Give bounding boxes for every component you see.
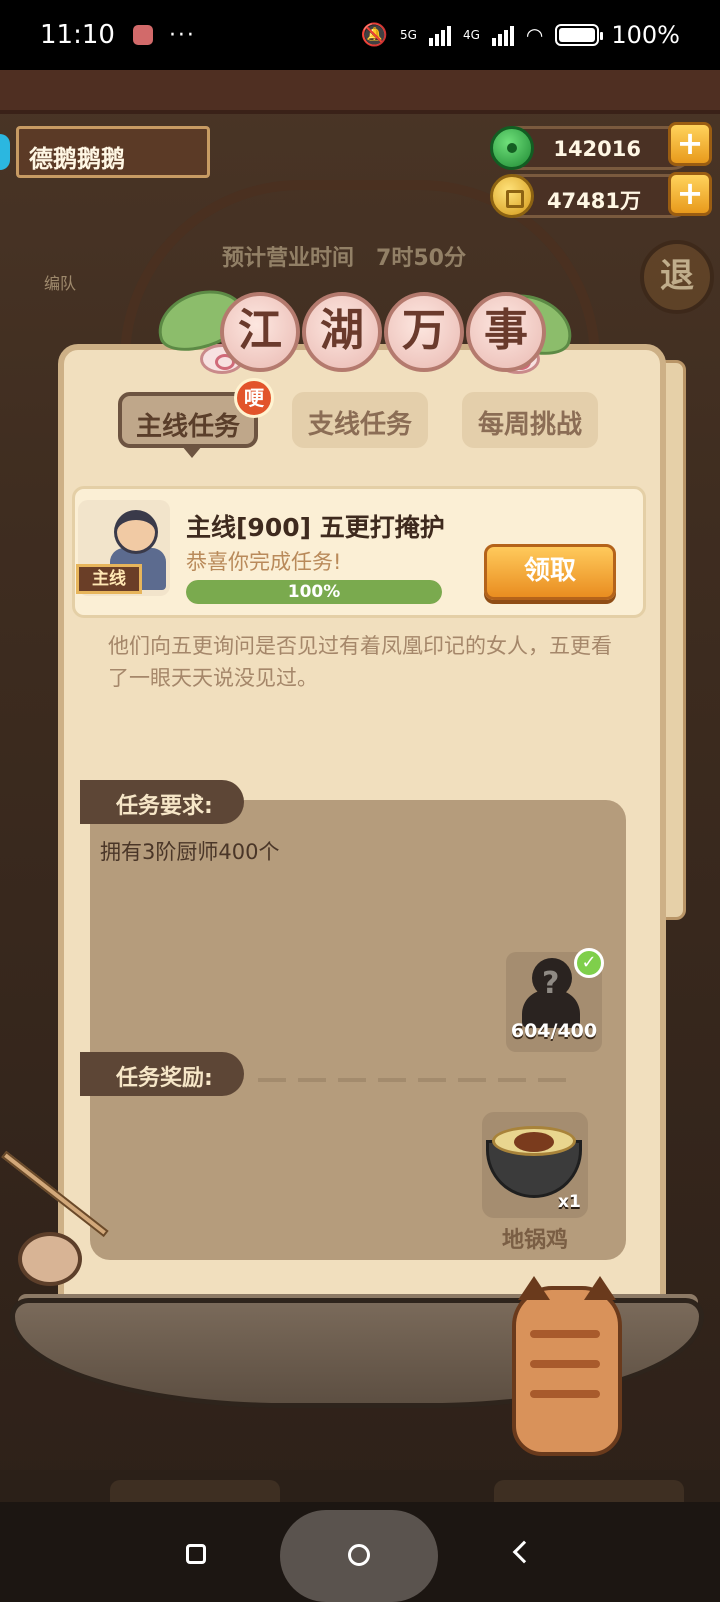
- divider-dash: [498, 1078, 526, 1082]
- quest-tabs: 主线任务 支线任务 每周挑战: [118, 392, 599, 448]
- network-5g-label: 5G: [400, 28, 417, 42]
- reward-quantity: x1: [558, 1192, 581, 1212]
- notification-badge: 哽: [234, 378, 274, 418]
- cat-ear: [584, 1276, 616, 1300]
- recent-apps-icon[interactable]: [186, 1544, 206, 1564]
- title-char: 江: [220, 292, 300, 372]
- roof-beam: [0, 70, 720, 114]
- check-icon: ✓: [574, 948, 604, 978]
- divider-dash: [418, 1078, 446, 1082]
- claim-button[interactable]: 领取: [484, 544, 616, 600]
- divider-dash: [538, 1078, 566, 1082]
- progress-text: 100%: [287, 582, 341, 602]
- divider-dash: [258, 1078, 286, 1082]
- tab-side-quest[interactable]: 支线任务: [292, 392, 429, 448]
- add-gold-button[interactable]: +: [668, 172, 712, 216]
- requirements-label: 任务要求:: [80, 780, 244, 824]
- status-time: 11:10: [40, 20, 115, 50]
- more-dots: ···: [168, 22, 196, 48]
- dumpling-decoration: [18, 1232, 82, 1286]
- avatar-edge[interactable]: [0, 134, 10, 170]
- signal-icon-2: [491, 24, 514, 46]
- app-notification-icon: [132, 25, 153, 45]
- active-tab-pointer: [182, 446, 202, 458]
- requirement-text: 拥有3阶厨师400个: [100, 840, 280, 864]
- team-label[interactable]: 编队: [44, 270, 76, 294]
- divider-dash: [338, 1078, 366, 1082]
- dish-meat: [514, 1132, 554, 1152]
- character-head: [114, 510, 158, 554]
- mute-icon: 🔕: [360, 22, 389, 48]
- tab-weekly-challenge[interactable]: 每周挑战: [462, 392, 599, 448]
- title-char: 事: [466, 292, 546, 372]
- divider-dash: [458, 1078, 486, 1082]
- quest-title: 主线[900] 五更打掩护: [186, 513, 445, 542]
- business-time-value: 7时50分: [376, 246, 466, 271]
- reward-name: 地锅鸡: [501, 1228, 568, 1253]
- requirement-count: 604/400: [510, 1020, 598, 1042]
- home-icon[interactable]: [348, 1544, 370, 1566]
- signal-icon: [428, 24, 451, 46]
- chef-silhouette-icon: ?: [520, 958, 582, 1028]
- title-char: 万: [384, 292, 464, 372]
- gold-coin-icon: [490, 174, 534, 218]
- cat-stripe: [530, 1330, 600, 1338]
- jade-icon: [490, 126, 534, 170]
- quest-subtitle: 恭喜你完成任务!: [186, 550, 342, 574]
- cat-stripe: [530, 1360, 600, 1368]
- business-time: 预计营业时间 7时50分: [222, 240, 466, 272]
- main-quest-tag: 主线: [76, 564, 142, 594]
- quest-description: 他们向五更询问是否见过有着凤凰印记的女人，五更看了一眼天天说没见过。: [108, 634, 612, 690]
- cat-decoration: [512, 1286, 622, 1456]
- divider-dash: [298, 1078, 326, 1082]
- player-name[interactable]: 德鹅鹅鹅: [16, 126, 210, 178]
- network-4g-label: 4G: [462, 28, 480, 42]
- divider-dash: [378, 1078, 406, 1082]
- panel-title: 江 湖 万 事: [220, 292, 546, 372]
- business-time-label: 预计营业时间: [222, 246, 355, 271]
- rewards-label: 任务奖励:: [80, 1052, 244, 1096]
- add-jade-button[interactable]: +: [668, 122, 712, 166]
- cat-ear: [518, 1276, 550, 1300]
- title-char: 湖: [302, 292, 382, 372]
- battery-percent: 100%: [611, 21, 680, 49]
- cat-stripe: [530, 1390, 600, 1398]
- status-bar: 11:10 ··· 🔕 5G 4G ◠ 100%: [0, 0, 720, 70]
- wifi-icon: ◠: [525, 23, 544, 47]
- exit-button[interactable]: 退: [640, 240, 714, 314]
- battery-icon: [555, 24, 604, 46]
